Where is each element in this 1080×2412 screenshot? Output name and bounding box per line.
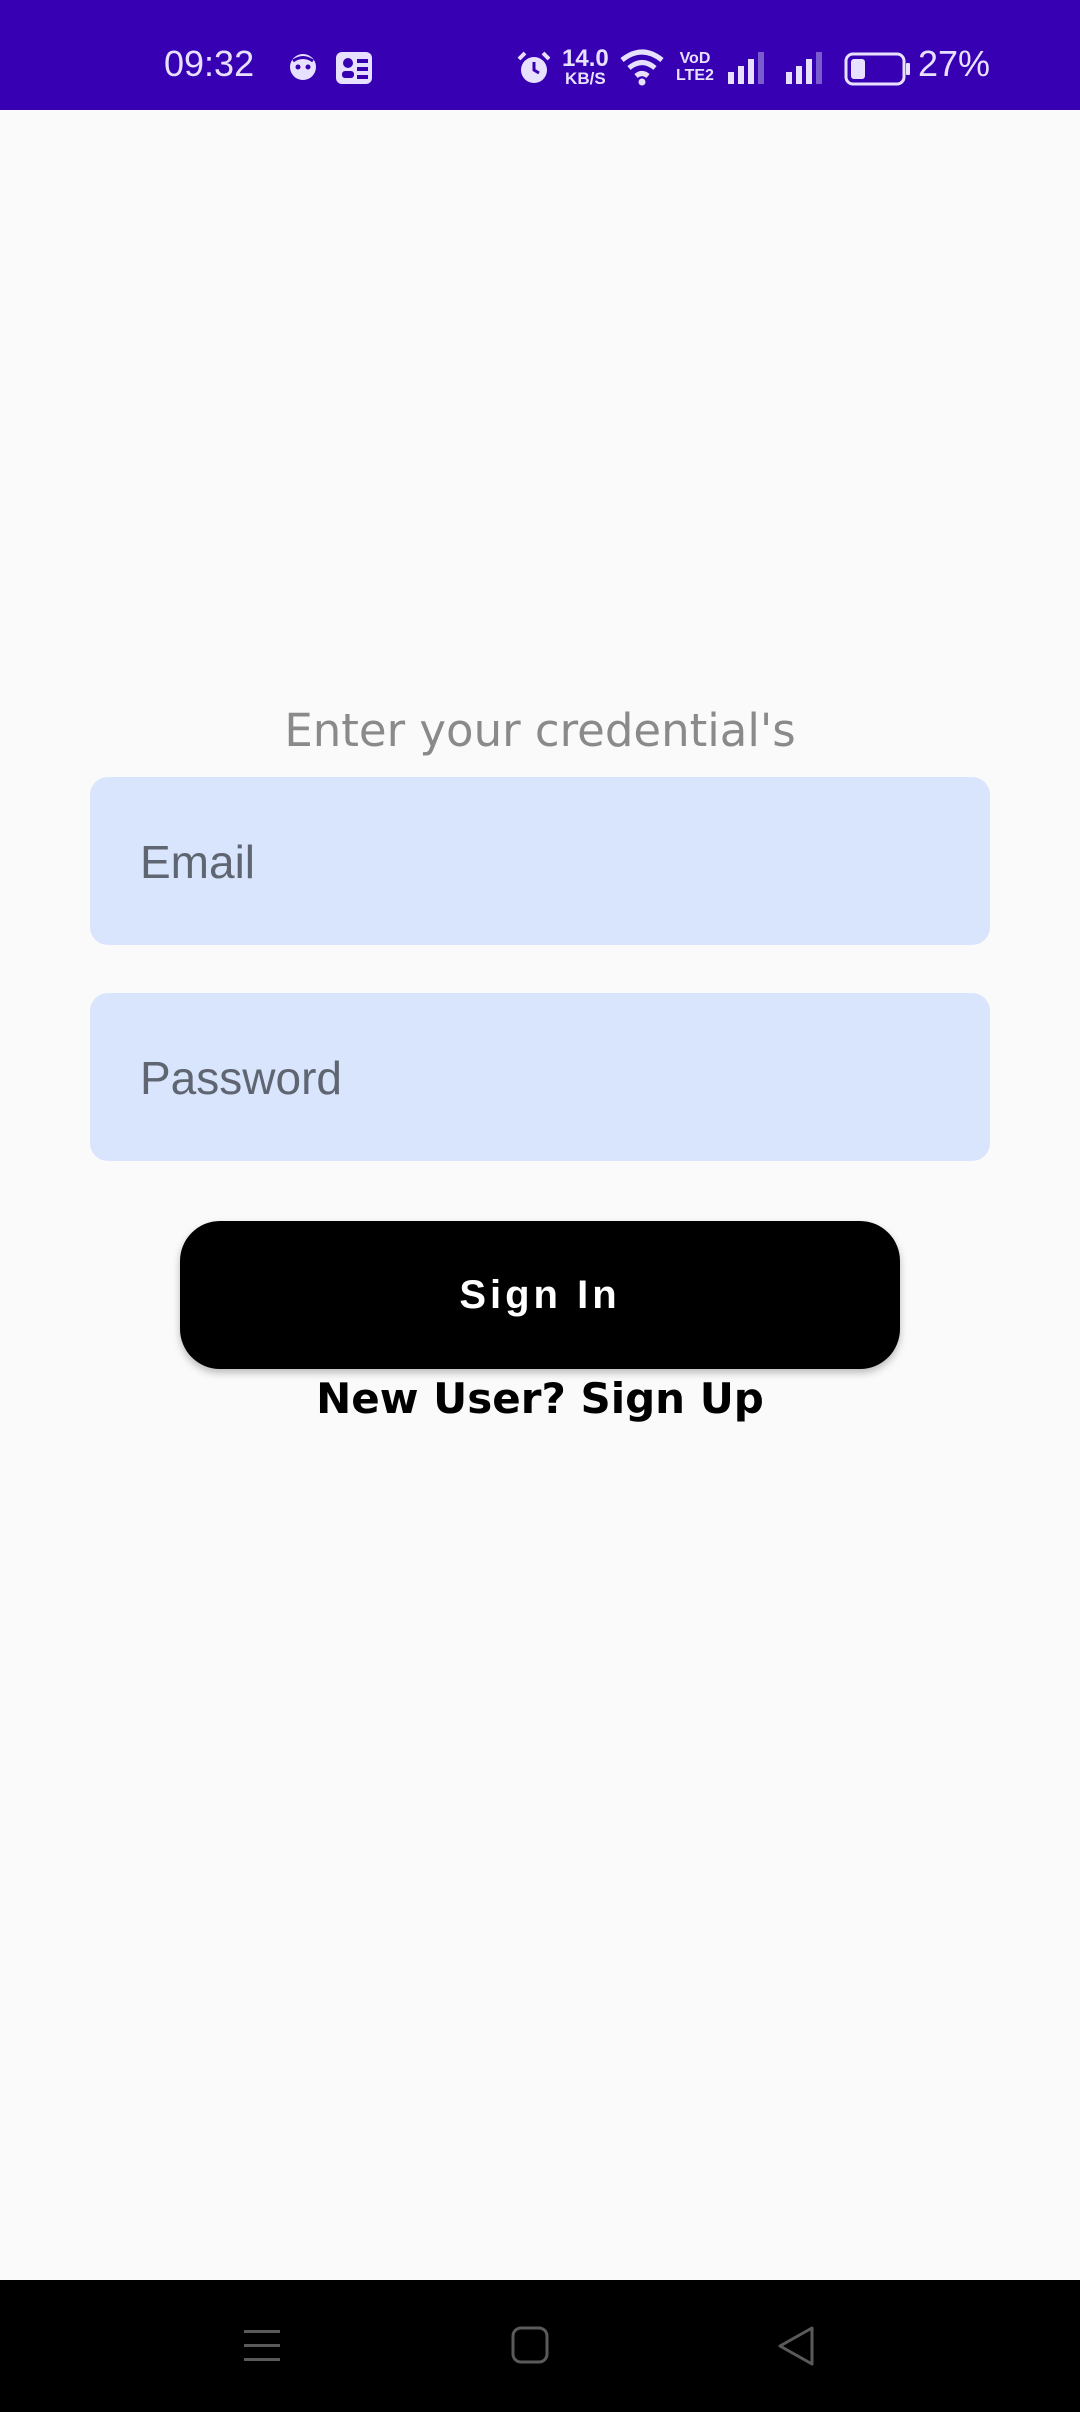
notification-app-icon [336, 52, 372, 84]
battery-icon [844, 52, 910, 86]
network-speed: 14.0 KB/S [562, 45, 609, 88]
network-label-2: LTE2 [676, 67, 714, 84]
menu-icon[interactable] [240, 2318, 284, 2374]
status-bar: 09:32 14.0 KB/S VoD LTE2 27% [0, 0, 1080, 110]
email-input[interactable] [138, 777, 942, 947]
notification-face-icon [290, 54, 316, 80]
speed-value: 14.0 [562, 45, 609, 72]
alarm-icon [517, 51, 551, 83]
network-label-1: VoD [679, 50, 711, 67]
sign-up-link[interactable]: New User? Sign Up [0, 1374, 1080, 1423]
wifi-icon [620, 49, 664, 86]
password-input[interactable] [138, 993, 942, 1163]
battery-percent: 27% [918, 43, 991, 84]
signal-2-icon [786, 52, 822, 84]
status-time: 09:32 [164, 43, 255, 84]
password-field[interactable] [90, 993, 990, 1163]
credentials-prompt: Enter your credential's [284, 704, 796, 757]
login-screen [0, 110, 1080, 2280]
email-field[interactable] [90, 777, 990, 947]
back-icon[interactable] [774, 2318, 818, 2374]
speed-unit: KB/S [565, 69, 606, 88]
navigation-bar [0, 2280, 1080, 2412]
signal-1-icon [728, 52, 764, 84]
home-icon[interactable] [508, 2318, 552, 2374]
sign-in-button[interactable]: Sign In [180, 1221, 900, 1369]
network-type: VoD LTE2 [676, 50, 714, 84]
